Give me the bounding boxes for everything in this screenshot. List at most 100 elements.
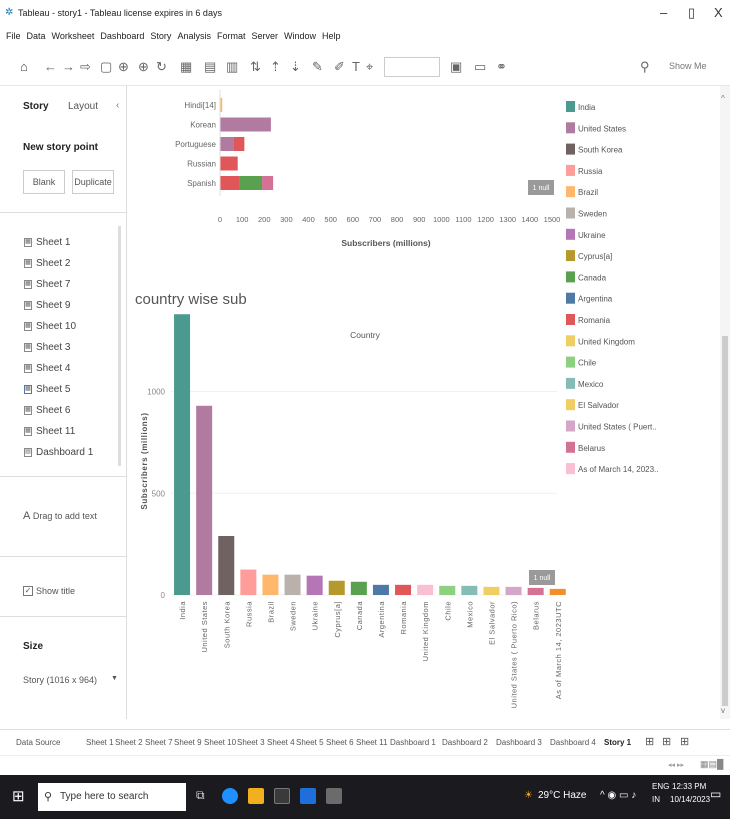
new-dashboard-tab-icon[interactable]: ⊞ [662, 735, 671, 748]
scroll-up-icon[interactable]: ^ [721, 94, 725, 103]
size-select[interactable]: Story (1016 x 964) [23, 675, 97, 685]
menu-help[interactable]: Help [322, 31, 341, 41]
pin-icon[interactable]: ⚲ [640, 59, 650, 75]
scroll-down-icon[interactable]: v [721, 706, 725, 715]
back-icon[interactable]: ← [44, 59, 57, 74]
tab-dashboard[interactable]: Dashboard 1 [390, 738, 436, 747]
list-item[interactable]: ▦ Sheet 3 [24, 337, 93, 358]
home-icon[interactable]: ⌂ [20, 59, 28, 74]
windows-start-icon[interactable]: ⊞ [12, 787, 25, 805]
file-explorer-icon[interactable] [248, 788, 264, 804]
connect-data-icon[interactable]: ⇨ [80, 59, 91, 75]
menu-format[interactable]: Format [217, 31, 246, 41]
labels-icon[interactable]: T [352, 59, 360, 74]
fit-icon[interactable]: ▣ [450, 59, 462, 75]
clear-icon[interactable]: ▥ [226, 59, 238, 75]
blank-button[interactable]: Blank [23, 170, 65, 194]
tooltip-icon[interactable]: ▭ [474, 59, 486, 75]
group-icon[interactable]: ✐ [334, 59, 345, 75]
legend-swatch [566, 164, 575, 176]
tab-sheet[interactable]: Sheet 1 [86, 738, 114, 747]
duplicate-button[interactable]: Duplicate [72, 170, 114, 194]
list-item[interactable]: ▦ Sheet 4 [24, 358, 93, 379]
list-item[interactable]: ▦ Sheet 1 [24, 232, 93, 253]
taskbar-search[interactable]: ⚲ Type here to search [38, 783, 186, 811]
sheet-list-scrollbar[interactable] [118, 226, 121, 466]
tab-sheet[interactable]: Sheet 2 [115, 738, 143, 747]
region-indicator[interactable]: IN [652, 795, 660, 804]
menu-worksheet[interactable]: Worksheet [52, 31, 95, 41]
tab-dashboard[interactable]: Dashboard 3 [496, 738, 542, 747]
tab-sheet[interactable]: Sheet 6 [326, 738, 354, 747]
new-story-tab-icon[interactable]: ⊞ [680, 735, 689, 748]
menu-window[interactable]: Window [284, 31, 316, 41]
close-button[interactable]: X [714, 5, 723, 20]
tab-sheet[interactable]: Sheet 5 [296, 738, 324, 747]
new-worksheet-tab-icon[interactable]: ⊞ [645, 735, 654, 748]
share-icon[interactable]: ⚭ [496, 59, 507, 75]
list-item[interactable]: ▦ Sheet 6 [24, 400, 93, 421]
fix-axes-icon[interactable]: ⌖ [366, 59, 373, 75]
drag-to-add-text[interactable]: A Drag to add text [23, 510, 97, 522]
show-me-button[interactable]: Show Me [669, 61, 707, 71]
mail-icon[interactable] [300, 788, 316, 804]
refresh-icon[interactable]: ↻ [156, 59, 167, 75]
new-data-source-icon[interactable]: ⊕ [118, 59, 129, 75]
tab-data-source[interactable]: Data Source [16, 738, 60, 747]
list-item[interactable]: ▦ Sheet 9 [24, 295, 93, 316]
search-icon: ⚲ [44, 791, 53, 803]
tab-story[interactable]: Story [23, 101, 49, 112]
tab-sheet[interactable]: Sheet 10 [204, 738, 236, 747]
tab-dashboard[interactable]: Dashboard 2 [442, 738, 488, 747]
task-view-icon[interactable]: ⧉ [196, 788, 212, 804]
view-toggle-icon[interactable]: ▦▤█ [700, 759, 723, 770]
tab-story-active[interactable]: Story 1 [604, 738, 631, 747]
store-icon[interactable] [274, 788, 290, 804]
tab-dashboard[interactable]: Dashboard 4 [550, 738, 596, 747]
highlight-icon[interactable]: ✎ [312, 59, 323, 75]
tab-sheet[interactable]: Sheet 9 [174, 738, 202, 747]
chevron-down-icon[interactable]: ▼ [111, 675, 118, 682]
tray-icons[interactable]: ^ ◉ ▭ ♪ [600, 790, 636, 801]
tab-layout[interactable]: Layout [68, 101, 98, 112]
menu-data[interactable]: Data [27, 31, 46, 41]
edge-icon[interactable] [222, 788, 238, 804]
show-title-checkbox[interactable]: ✓ Show title [23, 586, 75, 596]
weather-text[interactable]: 29°C Haze [538, 790, 586, 801]
duplicate-icon[interactable]: ▤ [204, 59, 216, 75]
list-item[interactable]: ▦ Sheet 10 [24, 316, 93, 337]
list-item[interactable]: ▦ Sheet 7 [24, 274, 93, 295]
menu-analysis[interactable]: Analysis [177, 31, 211, 41]
list-item[interactable]: ▦ Sheet 5 [24, 379, 93, 400]
language-indicator[interactable]: ENG [652, 782, 669, 791]
menu-server[interactable]: Server [251, 31, 278, 41]
clock-time[interactable]: 12:33 PM [672, 782, 706, 791]
forward-icon[interactable]: → [62, 59, 75, 74]
view-size-select[interactable] [384, 57, 440, 77]
save-icon[interactable]: ▢ [100, 59, 112, 75]
canvas-scrollbar[interactable]: ^ v [720, 86, 730, 719]
sort-asc-icon[interactable]: ⇡ [270, 59, 281, 75]
scroll-thumb[interactable] [722, 336, 728, 706]
tab-sheet[interactable]: Sheet 4 [267, 738, 295, 747]
maximize-button[interactable]: ▯ [688, 5, 695, 21]
list-item[interactable]: ▦ Sheet 11 [24, 421, 93, 442]
minimize-button[interactable]: – [660, 5, 667, 20]
clock-date[interactable]: 10/14/2023 [670, 795, 710, 804]
new-worksheet-icon[interactable]: ▦ [180, 59, 192, 75]
menu-story[interactable]: Story [150, 31, 171, 41]
collapse-sidebar-icon[interactable]: ‹ [116, 100, 119, 111]
list-item[interactable]: ▦ Sheet 2 [24, 253, 93, 274]
menu-dashboard[interactable]: Dashboard [100, 31, 144, 41]
notifications-icon[interactable]: ▭ [710, 787, 721, 801]
sort-desc-icon[interactable]: ⇣ [290, 59, 301, 75]
tab-sheet[interactable]: Sheet 3 [237, 738, 265, 747]
swap-icon[interactable]: ⇅ [250, 59, 261, 75]
menu-file[interactable]: File [6, 31, 21, 41]
list-item[interactable]: ▤ Dashboard 1 [24, 442, 93, 463]
pause-updates-icon[interactable]: ⊕ [138, 59, 149, 75]
tab-sheet[interactable]: Sheet 7 [145, 738, 173, 747]
nav-arrows-icon[interactable]: ◂◂ ▸▸ [668, 761, 684, 769]
tab-sheet[interactable]: Sheet 11 [356, 738, 387, 747]
tableau-taskbar-icon[interactable] [326, 788, 342, 804]
